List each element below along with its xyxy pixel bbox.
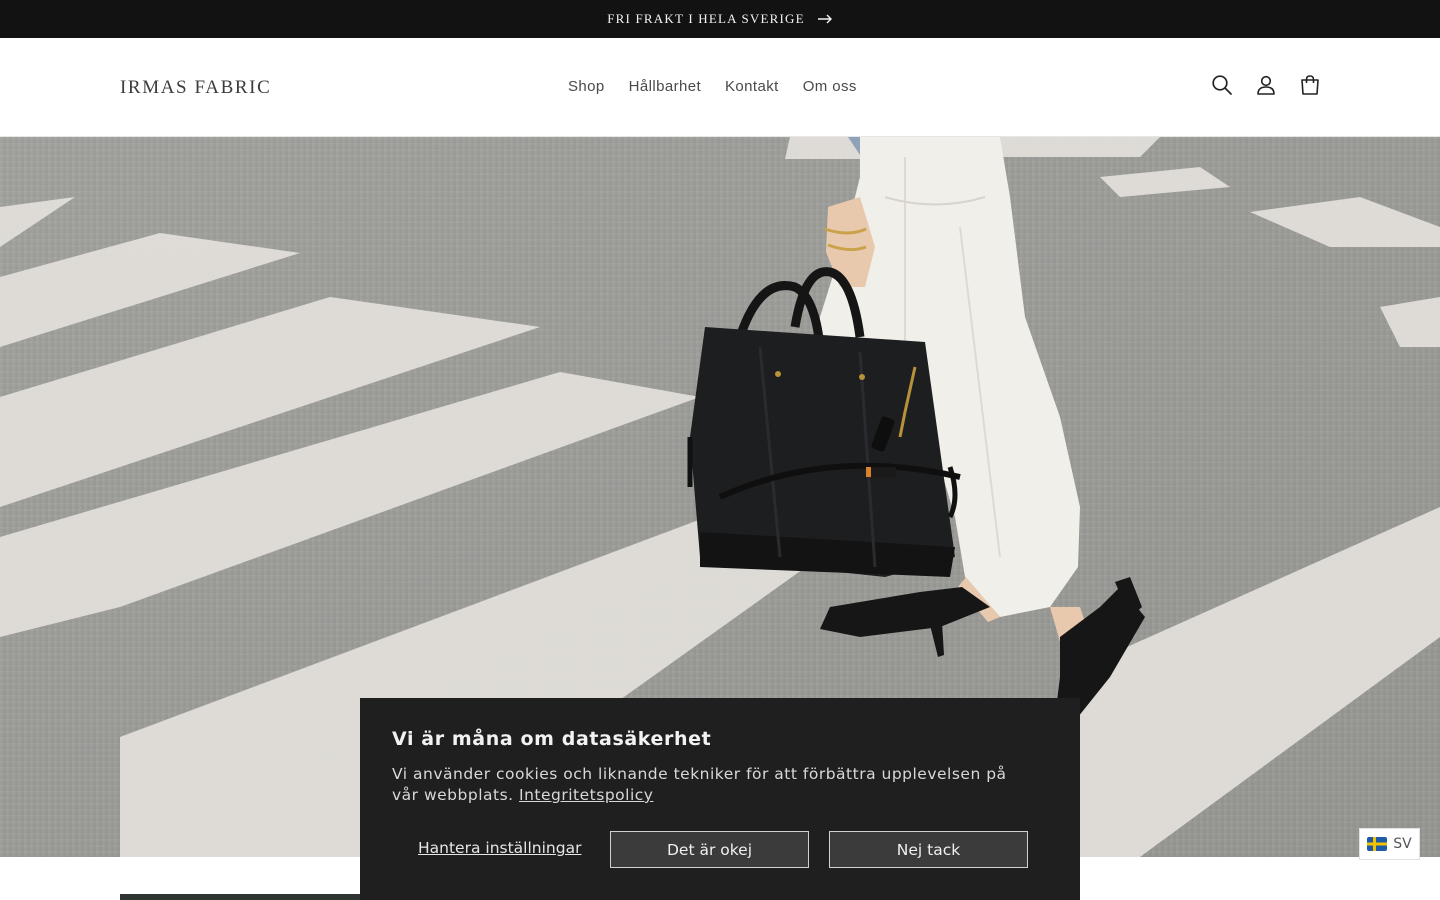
language-switcher[interactable]: SV [1359, 828, 1420, 860]
account-icon [1257, 75, 1275, 95]
privacy-policy-link[interactable]: Integritetspolicy [519, 786, 653, 804]
content-card-top [120, 894, 360, 900]
header-icons [1200, 63, 1332, 107]
cookie-text: Vi använder cookies och liknande teknike… [392, 765, 1007, 804]
sweden-flag-icon [1367, 837, 1388, 851]
site-logo[interactable]: IRMAS FABRIC [120, 77, 271, 99]
nav-item-om-oss[interactable]: Om oss [791, 72, 869, 101]
nav-item-kontakt[interactable]: Kontakt [713, 72, 791, 101]
cookie-title: Vi är måna om datasäkerhet [392, 728, 712, 750]
site-header: IRMAS FABRIC Shop Hållbarhet Kontakt Om … [0, 38, 1440, 137]
cookie-description: Vi använder cookies och liknande teknike… [392, 764, 1012, 806]
cart-icon [1301, 75, 1319, 95]
search-icon [1212, 75, 1232, 95]
cart-button[interactable] [1288, 63, 1332, 107]
nav-item-shop[interactable]: Shop [556, 72, 617, 101]
account-button[interactable] [1244, 63, 1288, 107]
announcement-link[interactable]: FRI FRAKT I HELA SVERIGE [607, 11, 833, 27]
cookie-actions: Hantera inställningar Det är okej Nej ta… [392, 831, 1048, 868]
search-button[interactable] [1200, 63, 1244, 107]
announcement-text: FRI FRAKT I HELA SVERIGE [607, 11, 805, 26]
decline-cookies-button[interactable]: Nej tack [829, 831, 1028, 868]
accept-cookies-button[interactable]: Det är okej [610, 831, 809, 868]
nav-item-hallbarhet[interactable]: Hållbarhet [617, 72, 713, 101]
manage-settings-link[interactable]: Hantera inställningar [418, 839, 581, 857]
main-nav: Shop Hållbarhet Kontakt Om oss [556, 72, 869, 101]
arrow-right-icon [817, 14, 832, 24]
language-code: SV [1393, 836, 1412, 852]
announcement-bar: FRI FRAKT I HELA SVERIGE [0, 0, 1440, 38]
cookie-banner: Vi är måna om datasäkerhet Vi använder c… [360, 698, 1080, 900]
